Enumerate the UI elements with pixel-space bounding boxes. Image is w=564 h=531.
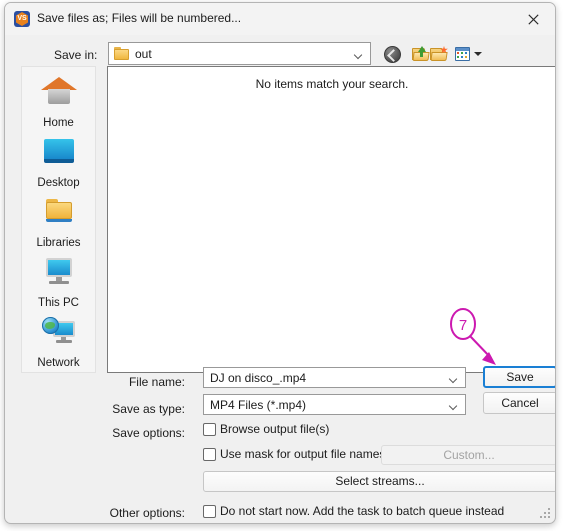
back-button[interactable] <box>382 43 404 65</box>
save-in-label: Save in: <box>54 48 98 62</box>
create-new-folder-button[interactable] <box>428 43 450 65</box>
save-files-as-dialog: VS Save files as; Files will be numbered… <box>4 2 556 524</box>
back-arrow-icon <box>384 46 401 63</box>
save-button[interactable]: Save <box>483 366 555 388</box>
window-title: Save files as; Files will be numbered... <box>37 11 242 25</box>
file-name-input[interactable]: DJ on disco_.mp4 <box>203 367 466 388</box>
sidebar-item-label: Network <box>37 357 80 369</box>
checkbox-box <box>203 448 216 461</box>
checkbox-label: Use mask for output file names <box>220 447 386 461</box>
title-bar: VS Save files as; Files will be numbered… <box>5 3 555 35</box>
network-icon <box>41 315 77 347</box>
sidebar-item-home[interactable]: Home <box>22 71 95 131</box>
sidebar-item-network[interactable]: Network <box>22 311 95 371</box>
new-folder-icon <box>430 46 448 61</box>
views-grid-icon <box>455 47 470 61</box>
checkbox-box <box>203 505 216 518</box>
chevron-down-icon[interactable] <box>450 376 458 381</box>
this-pc-icon <box>41 255 77 287</box>
save-in-value: out <box>135 47 152 61</box>
close-icon[interactable] <box>511 3 555 34</box>
save-as-type-select[interactable]: MP4 Files (*.mp4) <box>203 394 466 415</box>
cancel-button[interactable]: Cancel <box>483 392 555 414</box>
places-sidebar: Home Desktop Libraries This PC Network <box>21 66 96 373</box>
save-in-combobox[interactable]: out <box>108 42 371 65</box>
checkbox-label: Do not start now. Add the task to batch … <box>220 504 505 518</box>
resize-grip[interactable] <box>540 508 552 520</box>
vs-logo-icon: VS <box>14 11 30 27</box>
select-streams-button[interactable]: Select streams... <box>203 471 555 492</box>
file-name-label: File name: <box>128 375 185 389</box>
home-icon <box>40 75 77 107</box>
save-as-type-value: MP4 Files (*.mp4) <box>210 398 307 412</box>
sidebar-item-label: Libraries <box>36 237 81 249</box>
sidebar-item-label: Desktop <box>37 177 80 189</box>
libraries-folder-icon <box>41 195 77 227</box>
views-button[interactable] <box>454 43 484 65</box>
empty-state-message: No items match your search. <box>255 77 409 91</box>
file-name-value: DJ on disco_.mp4 <box>210 371 307 385</box>
file-list-view[interactable]: No items match your search. <box>107 66 555 373</box>
sidebar-item-this-pc[interactable]: This PC <box>22 251 95 311</box>
desktop-icon <box>41 135 77 167</box>
chevron-down-icon[interactable] <box>450 403 458 408</box>
sidebar-item-label: This PC <box>38 297 79 309</box>
chevron-down-icon <box>474 52 482 56</box>
folder-icon <box>114 47 129 60</box>
sidebar-item-libraries[interactable]: Libraries <box>22 191 95 251</box>
save-as-type-label: Save as type: <box>112 402 185 416</box>
sidebar-item-desktop[interactable]: Desktop <box>22 131 95 191</box>
folder-up-icon <box>412 46 430 61</box>
app-icon-text: VS <box>17 15 27 22</box>
sidebar-item-label: Home <box>43 117 74 129</box>
other-options-label: Other options: <box>109 506 185 520</box>
save-options-label: Save options: <box>112 426 185 440</box>
checkbox-label: Browse output file(s) <box>220 422 330 436</box>
chevron-down-icon <box>355 52 363 57</box>
close-glyph <box>528 14 539 25</box>
checkbox-box <box>203 423 216 436</box>
custom-button: Custom... <box>381 445 555 465</box>
